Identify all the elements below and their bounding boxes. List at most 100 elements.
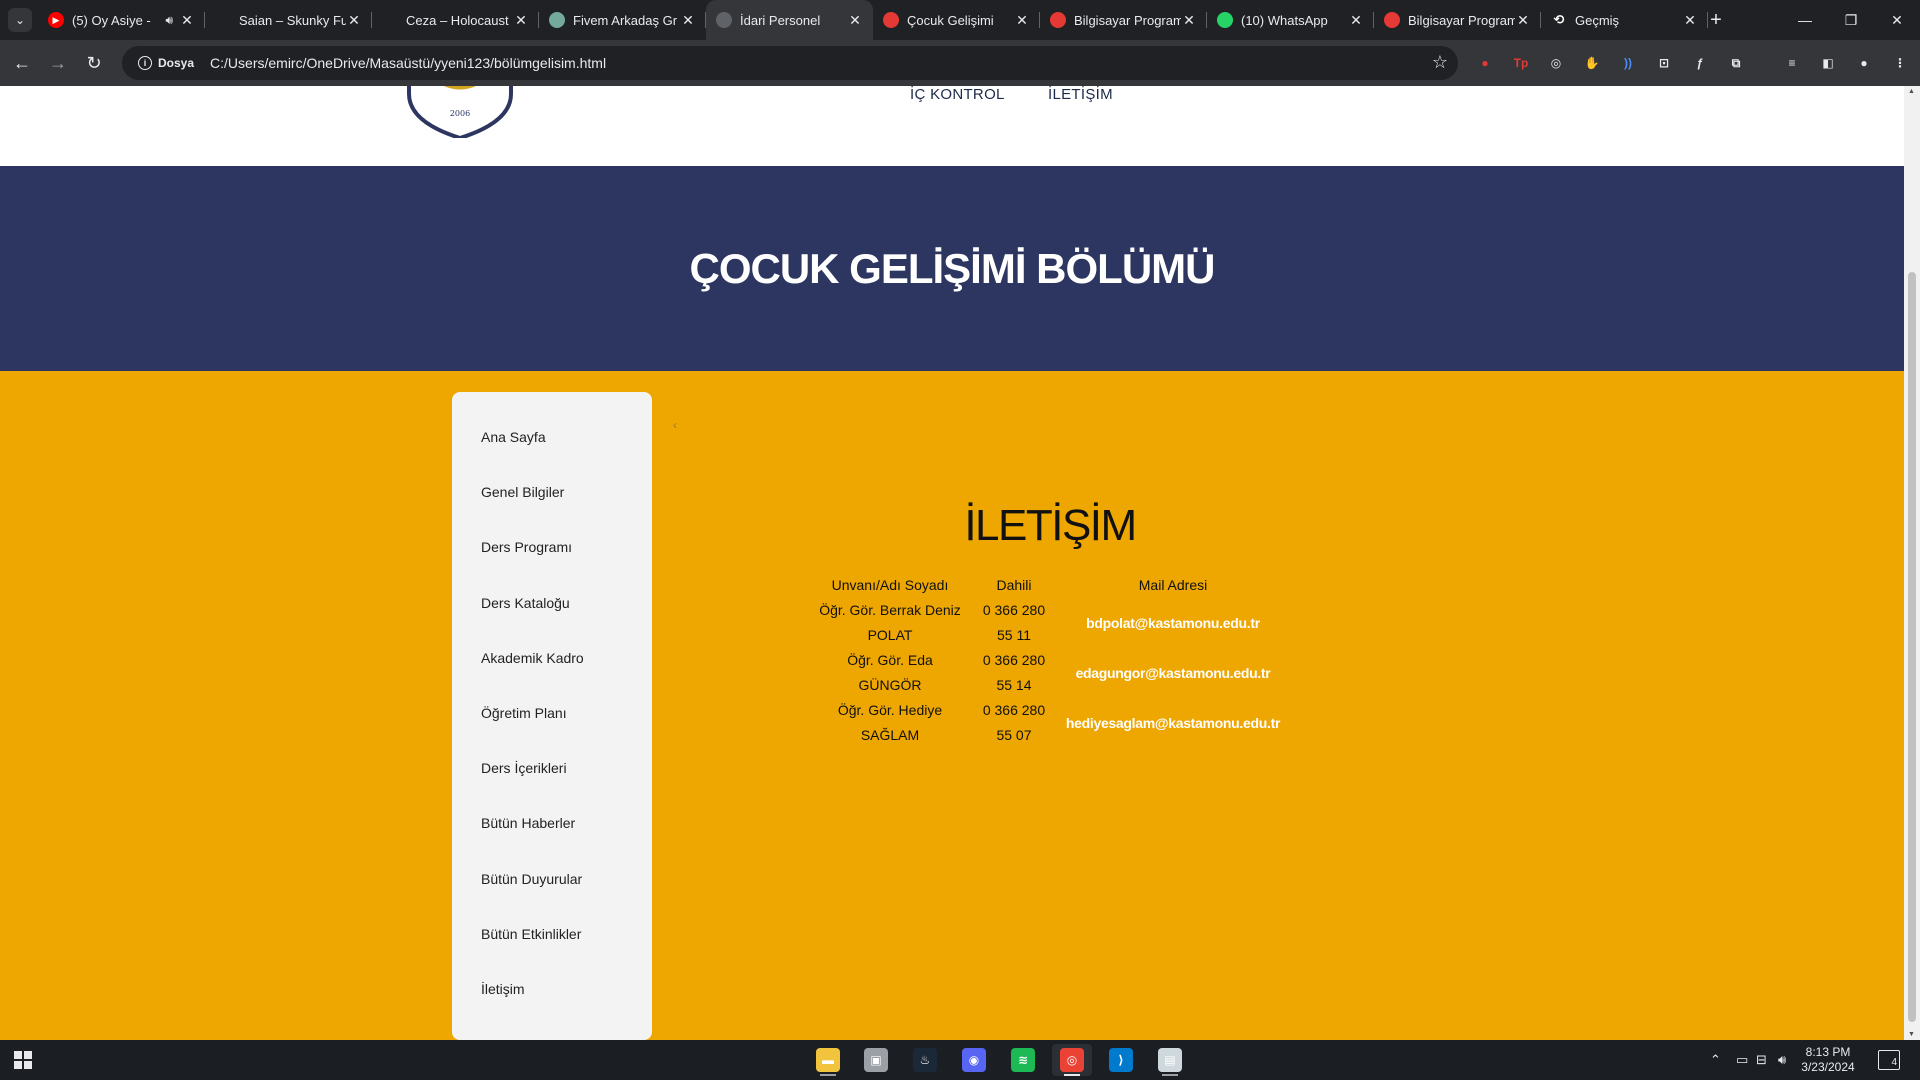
browser-tab[interactable]: Ceza – Holocaust ✕	[372, 0, 539, 40]
media-control-icon[interactable]: ≡	[1781, 52, 1803, 74]
top-nav-ic-kontrol[interactable]: İÇ KONTROL	[910, 86, 1005, 103]
sidebar-item[interactable]: Bütün Haberler	[452, 796, 652, 851]
top-nav-iletisim[interactable]: İLETİŞİM	[1048, 86, 1113, 103]
sidebar-item[interactable]: Ders Programı	[452, 520, 652, 575]
running-indicator	[820, 1074, 836, 1076]
contact-mail[interactable]: edagungor@kastamonu.edu.tr	[1058, 648, 1288, 698]
finder-app-icon[interactable]: ▣	[856, 1044, 896, 1076]
tab-close-icon[interactable]: ✕	[847, 12, 863, 29]
sidebar-item[interactable]: Öğretim Planı	[452, 686, 652, 741]
network-icon[interactable]: ⊟	[1756, 1040, 1767, 1080]
reload-icon[interactable]: ↻	[80, 49, 108, 77]
hand-extension-icon[interactable]: ✋	[1581, 52, 1603, 74]
clock-date: 3/23/2024	[1801, 1060, 1855, 1074]
minimize-icon[interactable]: —	[1782, 0, 1828, 40]
sidebar-item[interactable]: Bütün Duyurular	[452, 852, 652, 907]
university-logo: 2006	[407, 86, 513, 138]
scrollbar-thumb[interactable]	[1908, 272, 1916, 1022]
sidebar-item[interactable]: Ana Sayfa	[452, 410, 652, 465]
page-scrollbar[interactable]: ▲ ▼	[1904, 86, 1920, 1040]
sidebar-item[interactable]: Bütün Etkinlikler	[452, 907, 652, 962]
windows-start-icon[interactable]	[14, 1051, 32, 1069]
vscode-icon[interactable]: ⟩	[1101, 1044, 1141, 1076]
url-text[interactable]: C:/Users/emirc/OneDrive/Masaüstü/yyeni12…	[210, 55, 606, 71]
bookmark-star-icon[interactable]: ☆	[1432, 52, 1448, 73]
tab-title: Fivem Arkadaş Gr	[573, 12, 678, 28]
chatgpt-icon	[549, 12, 565, 28]
sidebar-collapse-chevron-icon[interactable]: ‹	[673, 418, 677, 432]
browser-tab[interactable]: İdari Personel ✕	[706, 0, 873, 40]
system-clock[interactable]: 8:13 PM 3/23/2024	[1796, 1045, 1860, 1075]
back-arrow-icon[interactable]: ←	[8, 49, 36, 77]
screenshot-extension-icon[interactable]: ⊡	[1653, 52, 1675, 74]
spotify-icon[interactable]: ≋	[1003, 1044, 1043, 1076]
meet-now-icon[interactable]: ▭	[1736, 1040, 1748, 1080]
tp-extension-icon[interactable]: Tp	[1510, 52, 1532, 74]
tab-close-icon[interactable]: ✕	[1181, 12, 1197, 29]
browser-tab[interactable]: Bilgisayar Program ✕	[1374, 0, 1541, 40]
scroll-up-arrow-icon[interactable]: ▲	[1908, 88, 1915, 95]
whatsapp-icon	[1217, 12, 1233, 28]
file-explorer-glyph: ▬	[816, 1048, 840, 1072]
tray-chevron-icon[interactable]: ⌃	[1710, 1040, 1721, 1080]
running-indicator	[1162, 1074, 1178, 1076]
tab-title: (5) Oy Asiye -	[72, 12, 151, 28]
notepad-glyph: ▤	[1158, 1048, 1182, 1072]
page-title: ÇOCUK GELİŞİMİ BÖLÜMÜ	[689, 244, 1216, 292]
site-info-chip[interactable]: i Dosya	[130, 50, 204, 76]
discord-icon[interactable]: ◉	[954, 1044, 994, 1076]
volume-icon[interactable]: 🔊︎	[1778, 1040, 1786, 1080]
tab-close-icon[interactable]: ✕	[1682, 12, 1698, 29]
tab-close-icon[interactable]: ✕	[346, 12, 362, 29]
steam-icon[interactable]: ♨	[905, 1044, 945, 1076]
notification-count: 4	[1891, 1057, 1897, 1068]
new-tab-plus-icon[interactable]: +	[1704, 8, 1728, 32]
tab-audio-icon[interactable]: 🔊︎	[165, 13, 173, 28]
close-window-icon[interactable]: ✕	[1874, 0, 1920, 40]
notepad-icon[interactable]: ▤	[1150, 1044, 1190, 1076]
side-panel-icon[interactable]: ◧	[1817, 52, 1839, 74]
university-icon	[1384, 12, 1400, 28]
tab-search-chevron-icon[interactable]: ⌄	[8, 8, 32, 32]
browser-tab[interactable]: Çocuk Gelişimi ✕	[873, 0, 1040, 40]
sidebar-item[interactable]: İletişim	[452, 962, 652, 1017]
sidebar-item[interactable]: Ders İçerikleri	[452, 741, 652, 796]
browser-tab[interactable]: Bilgisayar Program ✕	[1040, 0, 1207, 40]
font-extension-icon[interactable]: ƒ	[1689, 52, 1711, 74]
spotify-glyph: ≋	[1011, 1048, 1035, 1072]
browser-tab[interactable]: ⟲ Geçmiş ✕	[1541, 0, 1708, 40]
file-explorer-icon[interactable]: ▬	[808, 1044, 848, 1076]
chatgpt-extension-icon[interactable]: ◎	[1545, 52, 1567, 74]
contact-mail[interactable]: hediyesaglam@kastamonu.edu.tr	[1058, 698, 1288, 748]
contact-mail[interactable]: bdpolat@kastamonu.edu.tr	[1058, 598, 1288, 648]
tab-title: Çocuk Gelişimi	[907, 12, 994, 28]
puzzle-extensions-icon[interactable]: ⧉	[1725, 52, 1747, 74]
sidebar-item[interactable]: Akademik Kadro	[452, 631, 652, 686]
tab-close-icon[interactable]: ✕	[1014, 12, 1030, 29]
tab-close-icon[interactable]: ✕	[179, 12, 195, 29]
browser-tab[interactable]: (10) WhatsApp ✕	[1207, 0, 1374, 40]
restore-icon[interactable]: ❐	[1828, 0, 1874, 40]
running-indicator	[1064, 1074, 1080, 1076]
sidebar-item[interactable]: Genel Bilgiler	[452, 465, 652, 520]
browser-tab[interactable]: Fivem Arkadaş Gr ✕	[539, 0, 706, 40]
address-bar[interactable]: i Dosya C:/Users/emirc/OneDrive/Masaüstü…	[122, 46, 1458, 80]
tab-close-icon[interactable]: ✕	[1348, 12, 1364, 29]
scroll-down-arrow-icon[interactable]: ▼	[1908, 1031, 1915, 1038]
browser-toolbar: ← → ↻ i Dosya C:/Users/emirc/OneDrive/Ma…	[0, 40, 1920, 86]
browser-tab[interactable]: Saian – Skunky Fu ✕	[205, 0, 372, 40]
sidebar-item[interactable]: Ders Kataloğu	[452, 576, 652, 631]
contact-title: İLETİŞİM	[964, 501, 1137, 550]
tab-close-icon[interactable]: ✕	[680, 12, 696, 29]
forward-arrow-icon[interactable]: →	[44, 49, 72, 77]
browser-tab[interactable]: ▶ (5) Oy Asiye - 🔊︎ ✕	[38, 0, 205, 40]
notification-center-icon[interactable]: 4	[1878, 1050, 1900, 1070]
tab-close-icon[interactable]: ✕	[1515, 12, 1531, 29]
profile-avatar-icon[interactable]: ●	[1853, 52, 1875, 74]
sound-extension-icon[interactable]: ))	[1617, 52, 1639, 74]
tab-close-icon[interactable]: ✕	[513, 12, 529, 29]
contact-phone: 0 366 280 55 11	[982, 602, 1046, 643]
adblock-icon[interactable]: ●	[1474, 52, 1496, 74]
chrome-icon[interactable]: ◎	[1052, 1044, 1092, 1076]
kebab-menu-icon[interactable]: ⋮	[1889, 52, 1911, 74]
